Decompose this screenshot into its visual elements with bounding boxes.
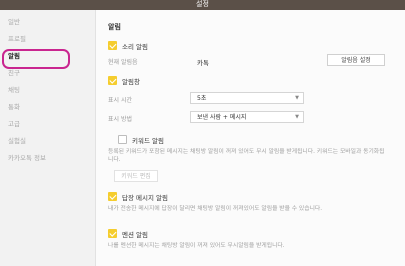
chevron-down-icon: ▼ (295, 95, 299, 101)
popup-notification-label: 알림창 (122, 78, 140, 86)
mention-notification-checkbox[interactable] (108, 229, 117, 238)
mention-description: 나를 멘션한 메시지는 채팅방 알림이 꺼져 있어도 무시알림을 받게됩니다. (108, 243, 285, 249)
display-time-label: 표시 시간 (108, 97, 132, 104)
chevron-down-icon: ▼ (295, 114, 299, 120)
display-time-select[interactable]: 5초 ▼ (190, 92, 304, 104)
sound-notification-checkbox[interactable] (108, 41, 117, 50)
sidebar-item-general[interactable]: 일반 (8, 16, 20, 26)
reply-notification-checkbox[interactable] (108, 192, 117, 201)
reply-notification-label: 답장 메시지 알림 (122, 194, 168, 202)
keyword-notification-checkbox[interactable] (118, 135, 127, 144)
popup-notification-checkbox[interactable] (108, 76, 117, 85)
reply-description: 내가 전송한 메시지에 답장이 달리면 채팅방 알림이 꺼져있어도 알림을 받을… (108, 206, 323, 212)
window-title: 설정 (196, 0, 209, 8)
sound-notification-label: 소리 알림 (122, 43, 148, 51)
keyword-edit-button[interactable]: 키워드 편집 (114, 170, 158, 182)
window-titlebar: 설정 (0, 0, 405, 10)
highlight-annotation-ring (2, 49, 70, 69)
display-method-value: 보낸 사람 + 메시지 (197, 114, 247, 121)
display-method-select[interactable]: 보낸 사람 + 메시지 ▼ (190, 111, 304, 123)
current-sound-label: 현재 알림음 (108, 59, 138, 66)
section-title: 알림 (108, 23, 121, 31)
display-method-label: 표시 방법 (108, 116, 132, 123)
mention-notification-label: 멘션 알림 (122, 231, 148, 239)
settings-sidebar: 일반 프로필 알림 친구 채팅 통화 고급 실험실 카카오톡 정보 (0, 10, 96, 266)
sound-settings-button[interactable]: 알림음 설정 (327, 54, 385, 66)
sidebar-item-chats[interactable]: 채팅 (8, 84, 20, 94)
sidebar-item-calls[interactable]: 통화 (8, 101, 20, 111)
sidebar-item-about[interactable]: 카카오톡 정보 (8, 152, 46, 162)
keyword-description: 등록된 키워드가 포함된 메시지는 채팅방 알림이 꺼져 있어도 무시 알림을 … (108, 149, 385, 163)
sidebar-item-advanced[interactable]: 고급 (8, 118, 20, 128)
notification-settings-panel: 알림 소리 알림 현재 알림음 카톡 알림음 설정 알림창 표시 시간 5초 ▼… (95, 10, 405, 266)
sidebar-item-labs[interactable]: 실험실 (8, 135, 26, 145)
display-time-value: 5초 (197, 95, 207, 102)
keyword-notification-label: 키워드 알림 (132, 137, 164, 145)
current-sound-value: 카톡 (197, 59, 209, 67)
sidebar-item-profile[interactable]: 프로필 (8, 33, 26, 43)
